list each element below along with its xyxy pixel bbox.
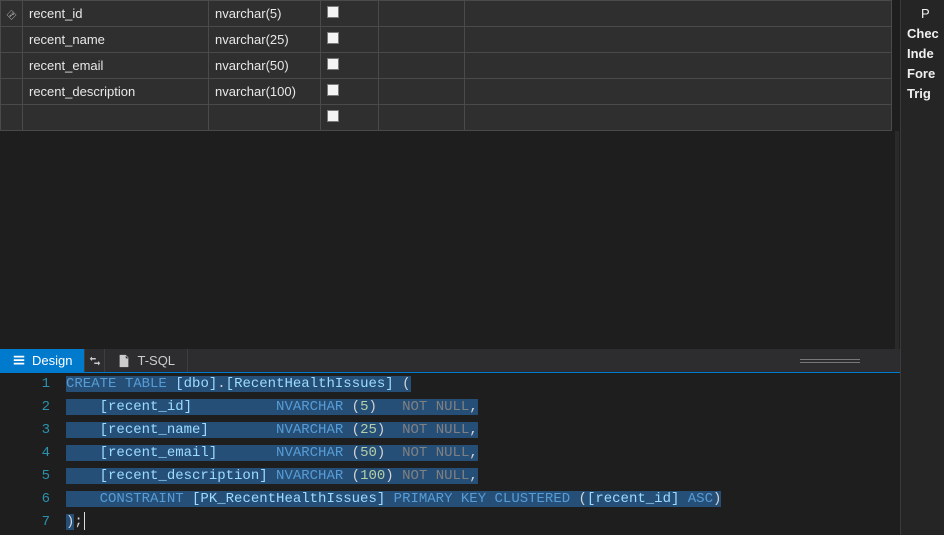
column-name-cell[interactable]: recent_description [23, 79, 209, 105]
extra-cell [465, 53, 892, 79]
side-item[interactable]: P [907, 4, 944, 24]
column-name-cell[interactable]: recent_id [23, 1, 209, 27]
default-cell[interactable] [379, 53, 465, 79]
checkbox-icon[interactable] [327, 84, 339, 96]
table-row[interactable]: recent_emailnvarchar(50) [1, 53, 892, 79]
code-line[interactable]: [recent_description] NVARCHAR (100) NOT … [66, 465, 900, 488]
side-item[interactable]: Chec [907, 24, 944, 44]
datatype-cell[interactable]: nvarchar(100) [209, 79, 321, 105]
tab-tsql[interactable]: T-SQL [105, 349, 188, 372]
code-line[interactable]: ); [66, 511, 900, 534]
allow-nulls-cell[interactable] [321, 1, 379, 27]
checkbox-icon[interactable] [327, 58, 339, 70]
datatype-cell[interactable]: nvarchar(50) [209, 53, 321, 79]
default-cell[interactable] [379, 27, 465, 53]
default-cell[interactable] [379, 79, 465, 105]
table-row[interactable]: recent_descriptionnvarchar(100) [1, 79, 892, 105]
datatype-cell[interactable]: nvarchar(25) [209, 27, 321, 53]
extra-cell [465, 1, 892, 27]
splitter-grip[interactable] [800, 359, 860, 363]
table-row-empty[interactable] [1, 105, 892, 131]
extra-cell [465, 27, 892, 53]
pk-cell [1, 53, 23, 79]
tab-design[interactable]: Design [0, 349, 85, 372]
checkbox-icon[interactable] [327, 32, 339, 44]
allow-nulls-cell[interactable] [321, 27, 379, 53]
extra-cell [465, 79, 892, 105]
allow-nulls-cell[interactable] [321, 53, 379, 79]
code-line[interactable]: CREATE TABLE [dbo].[RecentHealthIssues] … [66, 373, 900, 396]
tab-design-label: Design [32, 353, 72, 368]
code-line[interactable]: [recent_name] NVARCHAR (25) NOT NULL, [66, 419, 900, 442]
table-row[interactable]: recent_namenvarchar(25) [1, 27, 892, 53]
text-caret [84, 512, 85, 530]
swap-panes-button[interactable] [85, 349, 105, 372]
code-line[interactable]: [recent_id] NVARCHAR (5) NOT NULL, [66, 396, 900, 419]
checkbox-icon[interactable] [327, 6, 339, 18]
side-item[interactable]: Fore [907, 64, 944, 84]
checkbox-icon[interactable] [327, 110, 339, 122]
column-name-cell[interactable]: recent_email [23, 53, 209, 79]
side-item[interactable]: Inde [907, 44, 944, 64]
designer-empty-area [0, 131, 900, 349]
side-panel: P Chec Inde Fore Trig [900, 0, 944, 535]
script-icon [117, 354, 131, 368]
tab-tsql-label: T-SQL [137, 353, 175, 368]
side-item[interactable]: Trig [907, 84, 944, 104]
table-row[interactable]: ⚿ recent_idnvarchar(5) [1, 1, 892, 27]
line-number-gutter: 1234567 [0, 373, 62, 535]
design-icon [12, 354, 26, 368]
sql-editor[interactable]: 1234567 CREATE TABLE [dbo].[RecentHealth… [0, 373, 900, 535]
column-name-cell[interactable]: recent_name [23, 27, 209, 53]
code-line[interactable]: CONSTRAINT [PK_RecentHealthIssues] PRIMA… [66, 488, 900, 511]
datatype-cell[interactable]: nvarchar(5) [209, 1, 321, 27]
pk-cell [1, 27, 23, 53]
pk-cell [1, 79, 23, 105]
sql-code-area[interactable]: CREATE TABLE [dbo].[RecentHealthIssues] … [62, 373, 900, 535]
default-cell[interactable] [379, 1, 465, 27]
code-line[interactable]: [recent_email] NVARCHAR (50) NOT NULL, [66, 442, 900, 465]
primary-key-icon: ⚿ [4, 9, 17, 22]
vertical-scrollbar[interactable] [894, 131, 900, 349]
pk-cell: ⚿ [1, 1, 23, 27]
allow-nulls-cell[interactable] [321, 79, 379, 105]
table-designer-grid[interactable]: ⚿ recent_idnvarchar(5)recent_namenvarchar… [0, 0, 900, 131]
bottom-tabstrip: Design T-SQL [0, 349, 900, 373]
